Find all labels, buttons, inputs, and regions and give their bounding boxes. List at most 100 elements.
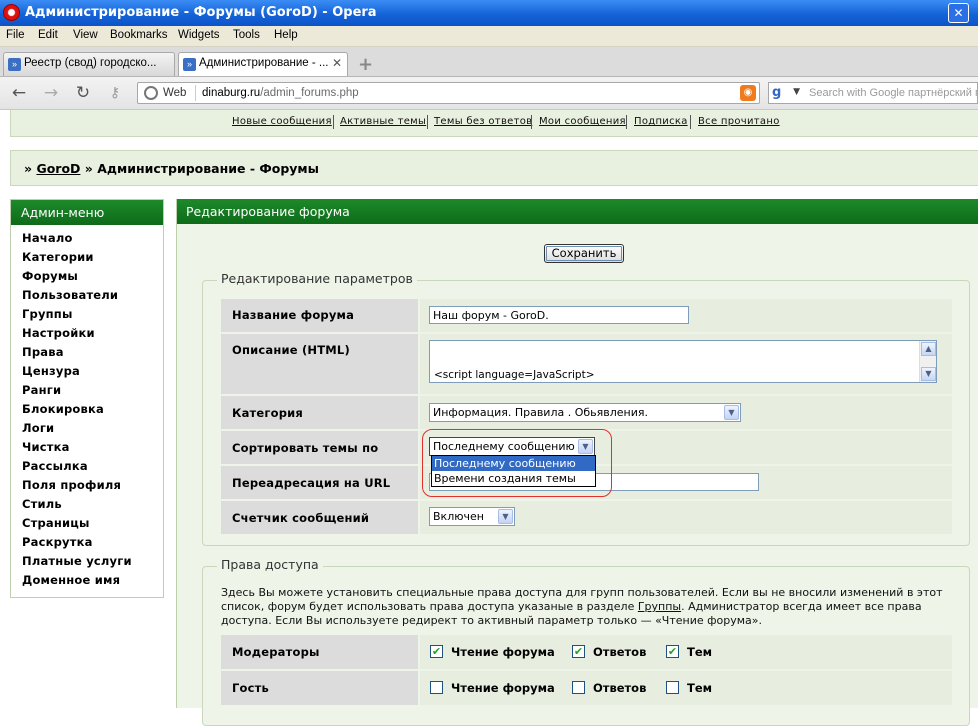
perm-reply-label: Ответов — [593, 645, 647, 659]
opera-logo-icon — [3, 4, 20, 21]
moderators-read-checkbox[interactable]: ✔ — [430, 645, 443, 658]
sidebar-item-cleanup[interactable]: Чистка — [22, 440, 70, 454]
search-engine-selector[interactable]: g ▼ — [768, 82, 804, 104]
sidebar-item-promotion[interactable]: Раскрутка — [22, 535, 93, 549]
description-text: <script language=JavaScript> <!-- d0 = n… — [434, 369, 595, 381]
moderators-cell: ✔ Чтение форума ✔ Ответов ✔ Тем — [420, 635, 952, 669]
description-label: Описание (HTML) — [221, 334, 418, 394]
address-bar[interactable]: Web dinaburg.ru/admin_forums.php ◉ — [137, 82, 760, 104]
nav-divider — [531, 115, 532, 129]
forum-top-navigation: Новые сообщения Активные темы Темы без о… — [10, 110, 978, 137]
chevron-down-icon[interactable]: ▼ — [498, 509, 513, 524]
address-url[interactable]: dinaburg.ru/admin_forums.php — [202, 87, 359, 99]
guest-reply-checkbox[interactable] — [572, 681, 585, 694]
menu-help[interactable]: Help — [274, 29, 298, 41]
tab-reestr[interactable]: » Реестр (свод) городско... — [3, 52, 175, 76]
perm-topic-label: Тем — [687, 645, 713, 659]
guest-read-checkbox[interactable] — [430, 681, 443, 694]
sidebar-item-bans[interactable]: Блокировка — [22, 402, 104, 416]
description-scrollbar[interactable]: ▲ ▼ — [919, 341, 936, 382]
category-label: Категория — [221, 396, 418, 429]
back-arrow-icon[interactable]: ← — [8, 82, 30, 104]
sidebar-item-categories[interactable]: Категории — [22, 250, 94, 264]
tab-close-icon[interactable]: ✕ — [332, 56, 342, 70]
key-icon[interactable]: ⚷ — [104, 82, 126, 104]
sidebar-item-permissions[interactable]: Права — [22, 345, 64, 359]
link-mark-all-read[interactable]: Все прочитано — [698, 116, 780, 127]
menu-view[interactable]: View — [73, 29, 98, 41]
reload-icon[interactable]: ↻ — [72, 82, 94, 104]
nav-divider — [427, 115, 428, 129]
sidebar-item-users[interactable]: Пользователи — [22, 288, 118, 302]
navigation-toolbar: ← → ↻ ⚷ Web dinaburg.ru/admin_forums.php… — [0, 77, 978, 110]
sidebar-item-groups[interactable]: Группы — [22, 307, 73, 321]
params-legend: Редактирование параметров — [217, 271, 417, 286]
admin-sidebar: Админ-меню Начало Категории Форумы Польз… — [10, 199, 164, 598]
url-path: /admin_forums.php — [260, 87, 359, 99]
page-content: Новые сообщения Активные темы Темы без о… — [0, 110, 978, 726]
perm-read-label: Чтение форума — [451, 681, 555, 695]
sidebar-item-start[interactable]: Начало — [22, 231, 73, 245]
sidebar-item-paid-services[interactable]: Платные услуги — [22, 554, 132, 568]
forum-name-input[interactable]: Наш форум - GoroD. — [429, 306, 689, 324]
scroll-up-icon[interactable]: ▲ — [921, 342, 936, 356]
sidebar-item-mailing[interactable]: Рассылка — [22, 459, 88, 473]
description-textarea[interactable]: <script language=JavaScript> <!-- d0 = n… — [429, 340, 937, 383]
forum-name-cell: Наш форум - GoroD. — [420, 299, 952, 332]
moderators-topic-checkbox[interactable]: ✔ — [666, 645, 679, 658]
sidebar-item-ranks[interactable]: Ранги — [22, 383, 61, 397]
menu-bookmarks[interactable]: Bookmarks — [110, 29, 168, 41]
post-counter-cell: Включен ▼ — [420, 501, 952, 534]
moderators-reply-checkbox[interactable]: ✔ — [572, 645, 585, 658]
window-titlebar: Администрирование - Форумы (GoroD) - Ope… — [0, 0, 978, 26]
sidebar-item-censorship[interactable]: Цензура — [22, 364, 80, 378]
guest-topic-checkbox[interactable] — [666, 681, 679, 694]
search-input[interactable]: Search with Google партнёрский п — [803, 82, 978, 104]
chevron-down-icon[interactable]: ▼ — [724, 405, 739, 420]
sidebar-item-pages[interactable]: Страницы — [22, 516, 90, 530]
sidebar-item-logs[interactable]: Логи — [22, 421, 54, 435]
page-favicon-icon: » — [8, 58, 21, 71]
tab-label: Реестр (свод) городско... — [24, 57, 157, 69]
post-counter-select[interactable]: Включен ▼ — [429, 507, 515, 526]
access-legend: Права доступа — [217, 557, 323, 572]
red-highlight-annotation — [422, 429, 612, 497]
address-separator — [195, 85, 196, 101]
tab-label: Администрирование - ... — [199, 57, 329, 69]
menu-file[interactable]: File — [6, 29, 25, 41]
menu-bar: File Edit View Bookmarks Widgets Tools H… — [0, 26, 978, 47]
groups-link[interactable]: Группы — [638, 600, 681, 613]
description-cell: <script language=JavaScript> <!-- d0 = n… — [420, 334, 952, 394]
save-button[interactable]: Сохранить — [544, 244, 624, 263]
sidebar-item-settings[interactable]: Настройки — [22, 326, 95, 340]
rss-feed-icon[interactable]: ◉ — [740, 85, 756, 101]
sidebar-item-forums[interactable]: Форумы — [22, 269, 78, 283]
menu-widgets[interactable]: Widgets — [178, 29, 220, 41]
category-select[interactable]: Информация. Правила . Обьявления. ▼ — [429, 403, 741, 422]
tab-admin-forums[interactable]: » Администрирование - ... ✕ — [178, 52, 348, 76]
link-new-messages[interactable]: Новые сообщения — [232, 116, 332, 127]
new-tab-icon[interactable]: + — [358, 54, 373, 75]
link-unanswered[interactable]: Темы без ответов — [434, 116, 532, 127]
scroll-down-icon[interactable]: ▼ — [921, 367, 936, 381]
globe-icon — [144, 86, 158, 100]
breadcrumb-home-link[interactable]: GoroD — [36, 161, 80, 176]
sidebar-item-profile-fields[interactable]: Поля профиля — [22, 478, 121, 492]
sidebar-title: Админ-меню — [11, 200, 163, 225]
link-active-topics[interactable]: Активные темы — [340, 116, 426, 127]
window-close-button[interactable]: ✕ — [948, 3, 969, 23]
forum-edit-panel: Редактирование форума Сохранить Редактир… — [176, 199, 978, 726]
link-my-messages[interactable]: Мои сообщения — [539, 116, 626, 127]
post-counter-label: Счетчик сообщений — [221, 501, 418, 534]
menu-edit[interactable]: Edit — [38, 29, 58, 41]
link-subscriptions[interactable]: Подписка — [634, 116, 688, 127]
address-mode-label: Web — [163, 87, 187, 99]
forward-arrow-icon[interactable]: → — [40, 82, 62, 104]
sort-label: Сортировать темы по — [221, 431, 418, 464]
page-favicon-icon: » — [183, 58, 196, 71]
sidebar-item-domain[interactable]: Доменное имя — [22, 573, 120, 587]
breadcrumb-separator: » — [24, 161, 33, 176]
params-fieldset: Редактирование параметров Название форум… — [202, 271, 970, 546]
sidebar-item-style[interactable]: Стиль — [22, 497, 62, 511]
menu-tools[interactable]: Tools — [233, 29, 260, 41]
